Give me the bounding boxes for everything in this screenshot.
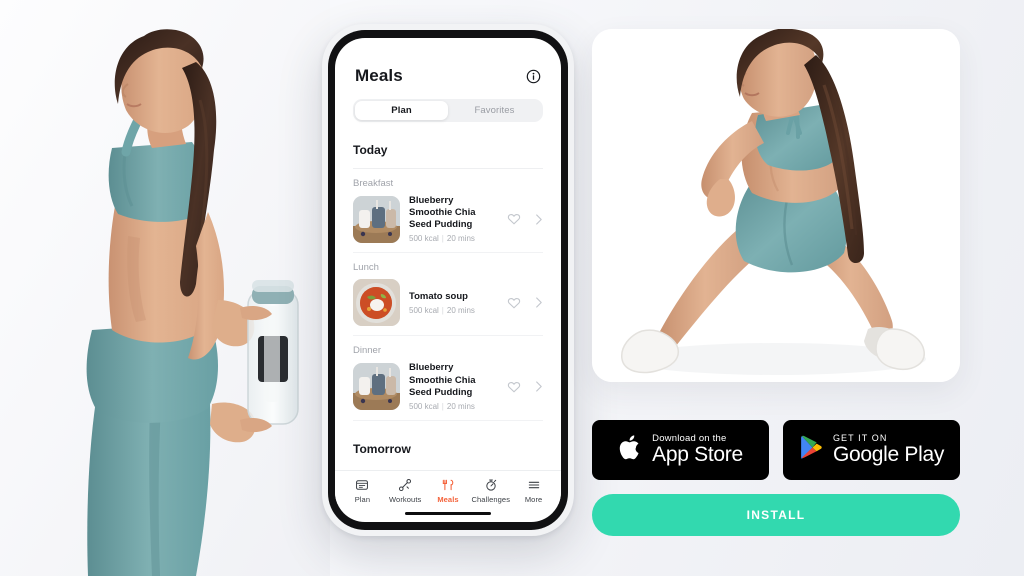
heart-outline-icon[interactable] — [507, 380, 521, 394]
meal-name: Tomato soup — [409, 290, 468, 302]
meta-separator: | — [441, 234, 444, 244]
badge-big-text: Google Play — [832, 442, 945, 466]
meal-calories: 500 kcal — [409, 234, 439, 244]
phone-bezel: Meals Plan Favorites Today Breakfast Blu… — [328, 30, 568, 530]
heart-outline-icon[interactable] — [507, 212, 521, 226]
bottom-tab-bar[interactable]: Plan Workouts Meals Challenges More — [335, 470, 561, 504]
segment-plan[interactable]: Plan — [355, 101, 448, 120]
tab-label: Meals — [437, 495, 459, 504]
app-store-badge[interactable]: Download on the App Store — [592, 420, 769, 480]
heart-outline-icon[interactable] — [507, 296, 521, 310]
meal-row[interactable]: Blueberry Smoothie Chia Seed Pudding 500… — [353, 358, 543, 421]
left-model-photo — [0, 0, 330, 576]
stopwatch-icon — [484, 478, 498, 492]
tab-label: More — [524, 495, 543, 504]
chevron-right-icon[interactable] — [534, 380, 543, 393]
tab-workouts[interactable]: Workouts — [384, 478, 427, 504]
google-play-badge[interactable]: GET IT ON Google Play — [783, 420, 960, 480]
hamburger-menu-icon — [527, 478, 541, 492]
meta-separator: | — [441, 401, 444, 411]
day-heading-today: Today — [353, 122, 543, 169]
cutlery-icon — [441, 478, 455, 492]
meal-row[interactable]: Blueberry Smoothie Chia Seed Pudding 500… — [353, 191, 543, 254]
hero-photo-card — [592, 29, 960, 382]
tab-more[interactable]: More — [512, 478, 555, 504]
meal-duration: 20 mins — [446, 306, 475, 316]
tab-label: Workouts — [389, 495, 422, 504]
badge-big-text: App Store — [652, 442, 743, 466]
meal-name: Blueberry Smoothie Chia Seed Pudding — [409, 195, 476, 231]
page-title: Meals — [355, 66, 403, 85]
meal-meta: 500 kcal | 20 mins — [409, 306, 498, 315]
meal-label-dinner: Dinner — [353, 345, 381, 357]
tab-label: Plan — [354, 495, 371, 504]
info-circle-icon[interactable] — [526, 69, 541, 84]
meal-row[interactable]: Tomato soup 500 kcal | 20 mins — [353, 275, 543, 337]
meal-thumbnail-breakfast — [353, 195, 400, 243]
tab-challenges[interactable]: Challenges — [469, 478, 512, 504]
meta-separator: | — [441, 306, 444, 316]
segment-favorites[interactable]: Favorites — [448, 101, 541, 120]
chevron-right-icon[interactable] — [534, 213, 543, 226]
tab-meals[interactable]: Meals — [427, 478, 470, 504]
tab-plan[interactable]: Plan — [341, 478, 384, 504]
meal-thumbnail-dinner — [353, 363, 400, 411]
phone-screen: Meals Plan Favorites Today Breakfast Blu… — [335, 38, 561, 522]
tab-label: Challenges — [471, 495, 511, 504]
meal-thumbnail-lunch — [353, 279, 400, 327]
meal-info: Blueberry Smoothie Chia Seed Pudding 500… — [409, 195, 498, 243]
calendar-plan-icon — [355, 478, 369, 492]
apple-logo-icon — [618, 433, 643, 467]
dumbbell-icon — [398, 478, 412, 492]
meal-plan-list[interactable]: Today Breakfast Blueberry Smoothie Chia … — [335, 122, 561, 470]
app-store-label: Download on the App Store — [652, 434, 743, 466]
meal-info: Blueberry Smoothie Chia Seed Pudding 500… — [409, 362, 498, 410]
meal-label-breakfast: Breakfast — [353, 178, 394, 189]
meal-calories: 500 kcal — [409, 306, 439, 316]
phone-mockup: Meals Plan Favorites Today Breakfast Blu… — [322, 24, 574, 536]
store-badges: Download on the App Store GET IT ON Goog… — [592, 420, 960, 480]
meal-duration: 20 mins — [446, 234, 475, 244]
google-play-label: GET IT ON Google Play — [832, 433, 945, 466]
meal-meta: 500 kcal | 20 mins — [409, 402, 498, 411]
google-play-logo-icon — [799, 434, 824, 466]
meal-meta: 500 kcal | 20 mins — [409, 234, 498, 243]
app-header: Meals — [335, 38, 561, 86]
meal-name: Blueberry Smoothie Chia Seed Pudding — [409, 362, 476, 398]
meal-duration: 20 mins — [446, 401, 475, 411]
meal-calories: 500 kcal — [409, 401, 439, 411]
day-heading-tomorrow: Tomorrow — [353, 441, 411, 456]
meal-info: Tomato soup 500 kcal | 20 mins — [409, 291, 498, 315]
meal-label-lunch: Lunch — [353, 262, 379, 274]
plan-favorites-segmented-control[interactable]: Plan Favorites — [353, 99, 543, 122]
chevron-right-icon[interactable] — [534, 296, 543, 309]
install-button[interactable]: INSTALL — [592, 494, 960, 536]
home-indicator — [405, 512, 491, 515]
